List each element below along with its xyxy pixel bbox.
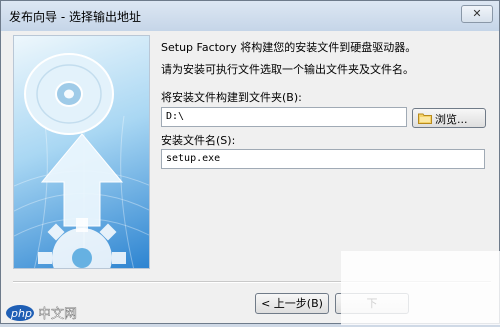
dialog-window: 发布向导 - 选择输出地址 ✕ Setup Factory 将构建您的安装文件到… [0, 0, 500, 325]
watermark-overlay [341, 251, 500, 325]
title-bar[interactable]: 发布向导 - 选择输出地址 ✕ [1, 1, 499, 31]
back-button[interactable]: < 上一步(B) [255, 293, 329, 314]
svg-text:中文网: 中文网 [38, 307, 77, 322]
folder-label: 将安装文件构建到文件夹(B): [161, 91, 302, 104]
close-icon: ✕ [472, 7, 482, 20]
intro-line-1: Setup Factory 将构建您的安装文件到硬盘驱动器。 [161, 41, 417, 54]
browse-button[interactable]: 浏览... [412, 108, 486, 128]
intro-line-2: 请为安装可执行文件选取一个输出文件夹及文件名。 [161, 63, 414, 76]
browse-label: 浏览... [435, 113, 468, 126]
window-title: 发布向导 - 选择输出地址 [9, 10, 141, 24]
brand-logo: php 中文网 [5, 303, 95, 323]
disc-icon [24, 53, 114, 135]
filename-label: 安装文件名(S): [161, 134, 236, 147]
folder-icon [418, 113, 432, 124]
close-button[interactable]: ✕ [461, 5, 493, 23]
svg-text:php: php [10, 307, 32, 320]
setup-filename-input[interactable]: setup.exe [161, 149, 485, 169]
up-arrow-icon [40, 133, 124, 227]
output-folder-input[interactable]: D:\ [161, 107, 407, 127]
gear-icon [38, 218, 126, 268]
wizard-side-image [13, 35, 150, 269]
